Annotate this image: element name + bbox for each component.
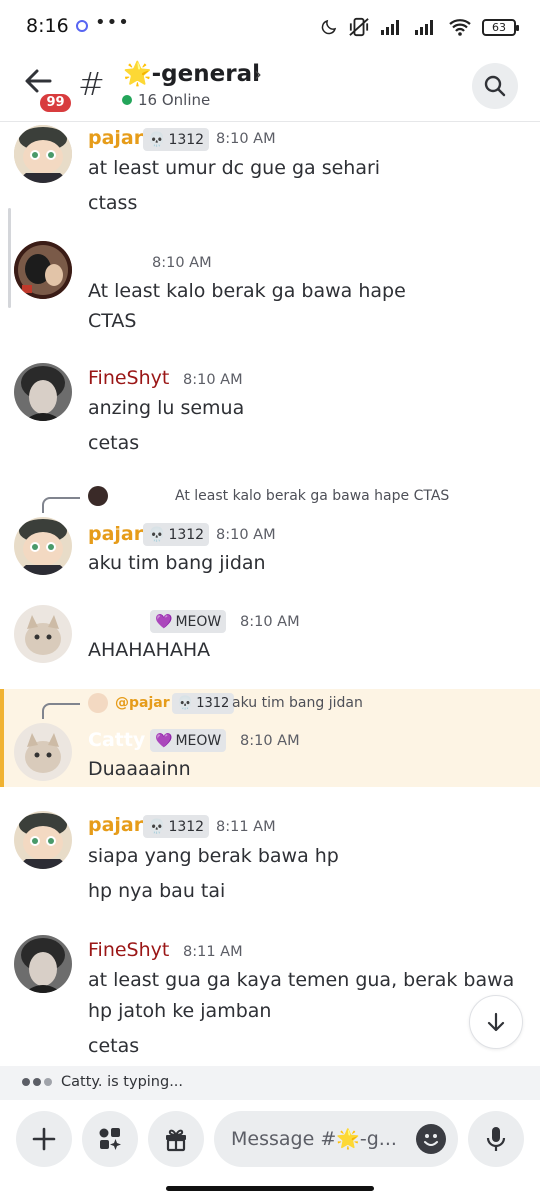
voice-message-button[interactable] [468, 1111, 524, 1167]
role-tag[interactable]: 💀 1312 [143, 523, 210, 546]
reply-connector [42, 703, 80, 719]
skull-icon: 💀 [177, 696, 194, 711]
avatar[interactable] [14, 935, 72, 993]
avatar[interactable] [14, 363, 72, 421]
message-text: at least umur dc gue ga sehari [88, 157, 381, 179]
message-text: cetas [88, 432, 140, 454]
composer: Message #🌟-g... [0, 1100, 540, 1199]
scrollbar[interactable] [8, 208, 11, 308]
emoji-button[interactable] [416, 1124, 446, 1154]
message-text: at least gua ga kaya temen gua, berak ba… [88, 969, 515, 991]
username[interactable]: FineShyt [88, 939, 169, 961]
apps-button[interactable] [82, 1111, 138, 1167]
arrow-down-icon [487, 1012, 505, 1032]
message-text: siapa yang berak bawa hp [88, 845, 339, 867]
search-button[interactable] [472, 63, 518, 109]
channel-hash-icon: # [78, 65, 105, 103]
message-text: hp jatoh ke jamban [88, 1000, 272, 1022]
chevron-right-icon[interactable]: › [254, 62, 262, 86]
message-input[interactable]: Message #🌟-g... [214, 1111, 458, 1167]
username[interactable]: pajar [88, 814, 143, 836]
battery-icon: 63 [482, 18, 519, 36]
message-placeholder: Message #🌟-g... [231, 1128, 397, 1150]
timestamp: 8:10 AM [183, 372, 243, 388]
online-status-icon [122, 95, 132, 105]
typing-indicator: Catty. is typing... [0, 1066, 540, 1100]
reply-preview[interactable]: aku tim bang jidan [232, 695, 363, 711]
channel-header: 99 # 🌟-general › 16 Online [0, 52, 540, 122]
discord-notification-icon [76, 20, 88, 32]
message-text: AHAHAHAHA [88, 639, 211, 661]
timestamp: 8:10 AM [216, 131, 276, 147]
message-text: At least kalo berak ga bawa hape [88, 280, 406, 302]
typing-dots-icon [22, 1078, 52, 1086]
status-bar: 8:16 ••• 63 [0, 0, 540, 52]
channel-title[interactable]: 🌟-general [123, 60, 260, 87]
username[interactable]: FineShyt [88, 367, 169, 389]
timestamp: 8:10 AM [240, 733, 300, 749]
status-time: 8:16 [26, 15, 69, 37]
more-notifications-icon: ••• [95, 12, 130, 33]
avatar[interactable] [14, 517, 72, 575]
skull-icon: 💀 [148, 131, 166, 148]
avatar[interactable] [14, 811, 72, 869]
timestamp: 8:11 AM [183, 944, 243, 960]
reply-role-tag: 💀 1312 [172, 693, 235, 714]
home-indicator[interactable] [166, 1186, 374, 1191]
avatar[interactable] [14, 125, 72, 183]
apps-icon [99, 1128, 121, 1150]
moon-icon [321, 19, 337, 35]
timestamp: 8:10 AM [240, 614, 300, 630]
role-tag[interactable]: 💜 MEOW [150, 610, 227, 633]
role-tag[interactable]: 💜 MEOW [150, 729, 227, 752]
reply-mention[interactable]: @pajar [115, 695, 170, 711]
vibrate-off-icon [349, 17, 369, 37]
username[interactable]: Catty [88, 729, 145, 751]
timestamp: 8:11 AM [216, 819, 276, 835]
heart-icon: 💜 [155, 732, 173, 749]
reply-connector [42, 497, 80, 513]
channel-emoji: 🌟 [123, 61, 152, 87]
message-text: CTAS [88, 310, 137, 332]
message-text: cetas [88, 1035, 140, 1057]
timestamp: 8:10 AM [216, 527, 276, 543]
skull-icon: 💀 [148, 526, 166, 543]
microphone-icon [486, 1127, 506, 1151]
username[interactable]: pajar [88, 523, 143, 545]
timestamp: 8:10 AM [152, 255, 212, 271]
wifi-icon [449, 19, 471, 36]
gift-icon [166, 1129, 186, 1152]
channel-name: -general [151, 61, 260, 87]
message-text: aku tim bang jidan [88, 552, 266, 574]
signal-icon-2 [415, 20, 433, 35]
message-text: anzing lu semua [88, 397, 245, 419]
role-tag[interactable]: 💀 1312 [143, 815, 210, 838]
reply-avatar [88, 486, 108, 506]
username[interactable]: pajar [88, 127, 143, 149]
role-tag[interactable]: 💀 1312 [143, 128, 210, 151]
online-count: 16 Online [138, 91, 211, 109]
reply-avatar [88, 693, 108, 713]
attach-button[interactable] [16, 1111, 72, 1167]
jump-to-present-button[interactable] [469, 995, 523, 1049]
gift-button[interactable] [148, 1111, 204, 1167]
signal-icon-1 [381, 20, 399, 35]
avatar[interactable] [14, 241, 72, 299]
message-text: Duaaaainn [88, 758, 191, 780]
skull-icon: 💀 [148, 818, 166, 835]
reply-preview[interactable]: At least kalo berak ga bawa hape CTAS [175, 488, 449, 504]
typing-text: Catty. is typing... [61, 1074, 184, 1090]
avatar[interactable] [14, 605, 72, 663]
message-text: ctass [88, 192, 138, 214]
emoji-icon [424, 1134, 438, 1146]
search-icon [484, 75, 506, 97]
avatar[interactable] [14, 723, 72, 781]
message-text: hp nya bau tai [88, 880, 226, 902]
unread-badge: 99 [37, 91, 74, 115]
message-list[interactable]: pajar 💀 1312 8:10 AM at least umur dc gue… [0, 123, 540, 1065]
plus-icon [32, 1127, 56, 1151]
heart-icon: 💜 [155, 613, 173, 630]
